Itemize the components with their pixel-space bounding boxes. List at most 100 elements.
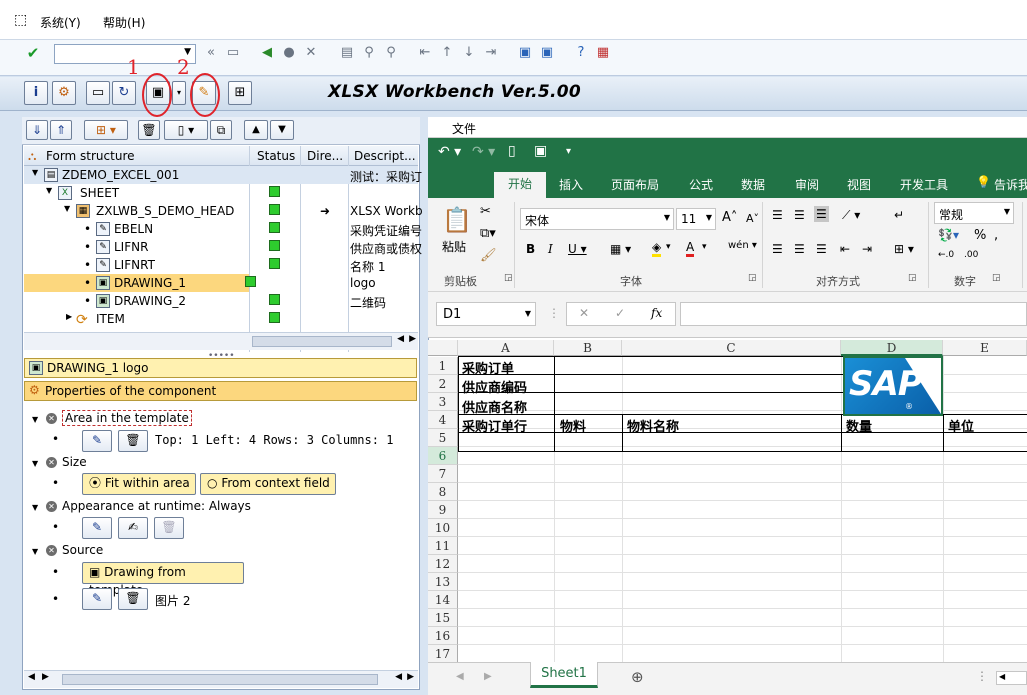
- row-header[interactable]: 9: [428, 501, 458, 519]
- orientation-icon[interactable]: ⟋ ▾: [842, 208, 860, 223]
- tree-row[interactable]: • ▣ DRAWING_2 二维码: [24, 292, 418, 310]
- add-sheet-icon[interactable]: ⊕: [631, 668, 644, 686]
- collapse-all-icon[interactable]: ⇑: [50, 120, 72, 140]
- tab-view[interactable]: 视图: [847, 176, 871, 193]
- expand-toggle-icon[interactable]: ▼: [32, 503, 38, 512]
- decrease-decimal-icon[interactable]: .00: [964, 250, 978, 260]
- increase-decimal-icon[interactable]: ←.0: [938, 250, 954, 260]
- row-header[interactable]: 11: [428, 537, 458, 555]
- confirm-formula-icon[interactable]: ✓: [615, 306, 625, 320]
- cancel-formula-icon[interactable]: ✕: [579, 306, 589, 320]
- find-next-icon[interactable]: ⚲: [380, 42, 402, 64]
- paste-icon[interactable]: 📋: [442, 206, 472, 234]
- format-painter-icon[interactable]: 🖌: [480, 248, 497, 263]
- refresh-icon[interactable]: ↻: [112, 81, 136, 105]
- cancel-icon[interactable]: ✕: [300, 42, 322, 64]
- tab-review[interactable]: 审阅: [795, 176, 819, 193]
- column-header[interactable]: E: [943, 340, 1027, 356]
- cell-a2[interactable]: 供应商编码: [462, 377, 527, 396]
- cell-b4[interactable]: 物料: [560, 416, 586, 435]
- tab-developer[interactable]: 开发工具: [900, 176, 948, 193]
- back-icon[interactable]: ◀: [256, 42, 278, 64]
- prev-sheet-icon[interactable]: ◀: [456, 671, 464, 682]
- cell-a1[interactable]: 采购订单: [462, 358, 514, 377]
- last-page-icon[interactable]: ⇥: [480, 42, 502, 64]
- scroll-left-icon[interactable]: ◀: [397, 334, 404, 344]
- tree-structure-icon[interactable]: ⊞: [228, 81, 252, 105]
- expand-toggle-icon[interactable]: ▼: [32, 547, 38, 556]
- col-structure[interactable]: Form structure: [46, 149, 135, 163]
- move-down-icon[interactable]: ▼: [270, 120, 294, 140]
- row-header[interactable]: 8: [428, 483, 458, 501]
- row-header[interactable]: 7: [428, 465, 458, 483]
- row-header-active[interactable]: 6: [428, 447, 458, 465]
- expand-toggle-icon[interactable]: ▼: [32, 459, 38, 468]
- tab-splitter-icon[interactable]: ⋮: [976, 669, 988, 683]
- sheet-tab-sheet1[interactable]: Sheet1: [530, 662, 598, 688]
- cell-d4[interactable]: 数量: [846, 416, 872, 435]
- from-context-field-option[interactable]: ○ From context field: [200, 473, 336, 495]
- save-dropdown-icon[interactable]: ▾: [172, 81, 186, 105]
- delete-source-button[interactable]: 🗑: [118, 588, 148, 610]
- dialog-launcher-icon[interactable]: ◲: [992, 273, 1001, 283]
- expand-all-icon[interactable]: ⇓: [26, 120, 48, 140]
- decrease-indent-icon[interactable]: ⇤: [840, 242, 850, 256]
- delete-appearance-button[interactable]: 🗑: [154, 517, 184, 539]
- sap-logo-image[interactable]: SAP ®: [843, 356, 943, 416]
- align-right-icon[interactable]: ☰: [816, 242, 827, 256]
- underline-icon[interactable]: U ▾: [568, 242, 587, 256]
- row-header[interactable]: 17: [428, 645, 458, 662]
- print-icon[interactable]: ▤: [336, 42, 358, 64]
- align-bottom-icon[interactable]: ☰: [814, 206, 829, 222]
- customize-icon[interactable]: ▾: [566, 146, 571, 157]
- paste-icon[interactable]: ⧉: [210, 120, 232, 140]
- condition-button[interactable]: ✍: [118, 517, 148, 539]
- select-all-corner[interactable]: [428, 340, 458, 356]
- row-header[interactable]: 5: [428, 429, 458, 447]
- tree-row[interactable]: ▶ ⟳ ITEM: [24, 310, 418, 328]
- chevron-down-icon[interactable]: ▾: [666, 242, 671, 252]
- align-top-icon[interactable]: ☰: [772, 208, 783, 222]
- next-page-icon[interactable]: ↓: [458, 42, 480, 64]
- row-header[interactable]: 14: [428, 591, 458, 609]
- tree-row[interactable]: • ✎ EBELN 采购凭证编号: [24, 220, 422, 238]
- row-header[interactable]: 1: [428, 357, 458, 375]
- formula-input[interactable]: [680, 302, 1027, 326]
- find-icon[interactable]: ⚲: [358, 42, 380, 64]
- save-icon[interactable]: ▭: [222, 42, 244, 64]
- bold-icon[interactable]: B: [526, 242, 535, 256]
- move-up-icon[interactable]: ▲: [244, 120, 268, 140]
- tree-row[interactable]: • ✎ LIFNRT 名称 1: [24, 256, 418, 274]
- delete-area-button[interactable]: 🗑: [118, 430, 148, 452]
- border-icon[interactable]: ▦ ▾: [610, 242, 631, 256]
- menu-system[interactable]: 系统(Y): [40, 14, 81, 31]
- tree-row-selected[interactable]: • ▣ DRAWING_1: [24, 274, 249, 292]
- scrollbar-thumb[interactable]: [62, 674, 378, 685]
- horizontal-scrollbar[interactable]: ◀: [996, 671, 1027, 685]
- file-menu[interactable]: 文件: [452, 120, 476, 137]
- align-middle-icon[interactable]: ☰: [794, 208, 805, 222]
- cell-c4[interactable]: 物料名称: [627, 416, 679, 435]
- number-format-select[interactable]: 常规 ▼: [934, 202, 1014, 224]
- scroll-right-icon[interactable]: ▶: [409, 334, 416, 344]
- tab-data[interactable]: 数据: [741, 176, 765, 193]
- collapse-icon[interactable]: «: [200, 42, 222, 64]
- tree-row[interactable]: ▼ X SHEET: [24, 184, 418, 202]
- merge-icon[interactable]: ⊞ ▾: [894, 242, 914, 256]
- edit-area-button[interactable]: ✎: [82, 430, 112, 452]
- scroll-left-icon[interactable]: ◀: [28, 672, 35, 682]
- col-direction[interactable]: Dire...: [307, 149, 343, 163]
- expand-toggle-icon[interactable]: ▼: [46, 186, 52, 195]
- row-header[interactable]: 3: [428, 393, 458, 411]
- shortcut-icon[interactable]: ▣: [536, 42, 558, 64]
- redo-icon[interactable]: ↷ ▾: [472, 144, 495, 160]
- tab-home[interactable]: 开始: [494, 172, 546, 198]
- column-header[interactable]: B: [554, 340, 622, 356]
- new-session-icon[interactable]: ▣: [514, 42, 536, 64]
- row-header[interactable]: 13: [428, 573, 458, 591]
- enter-icon[interactable]: ✔: [22, 42, 44, 64]
- info-icon[interactable]: i: [24, 81, 48, 105]
- delete-icon[interactable]: 🗑: [138, 120, 160, 140]
- tree-row[interactable]: ▼ ▤ ZDEMO_EXCEL_001 测试：采购订: [24, 166, 422, 184]
- row-header[interactable]: 15: [428, 609, 458, 627]
